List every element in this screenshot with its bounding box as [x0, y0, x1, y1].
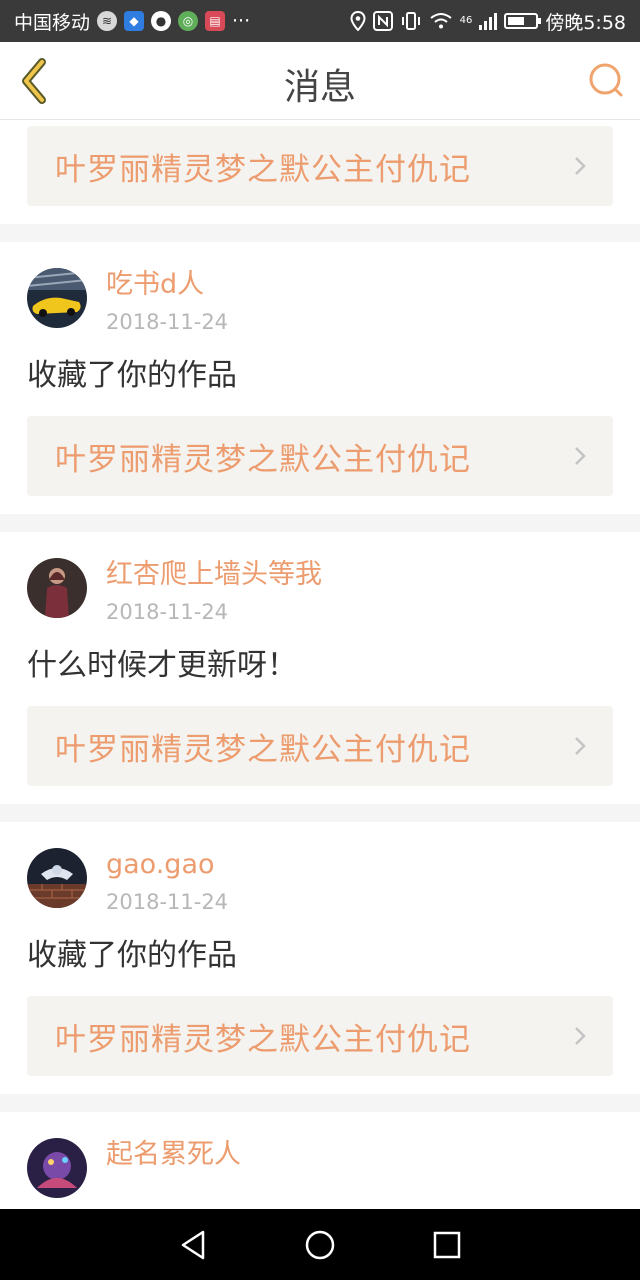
search-button[interactable] [586, 60, 626, 100]
username[interactable]: 吃书d人 [106, 268, 228, 302]
nav-back-button[interactable] [173, 1225, 213, 1265]
status-right: 46 傍晚5:58 [350, 8, 626, 35]
avatar[interactable] [27, 848, 87, 908]
work-title: 叶罗丽精灵梦之默公主付仇记 [55, 731, 471, 768]
status-left: 中国移动 ≋ ◆ ● ◎ ▤ ··· [14, 8, 250, 35]
message-date: 2018-11-24 [106, 310, 229, 334]
work-title: 叶罗丽精灵梦之默公主付仇记 [55, 441, 471, 478]
chevron-right-icon [575, 447, 586, 465]
message-list[interactable]: 叶罗丽精灵梦之默公主付仇记 吃书d人 2018-11-24 收藏了你的作品 叶罗… [0, 121, 640, 1209]
message-text: 收藏了你的作品 [27, 938, 237, 973]
chevron-right-icon [575, 157, 586, 175]
work-title: 叶罗丽精灵梦之默公主付仇记 [55, 1021, 471, 1058]
vibrate-icon [401, 12, 420, 30]
user-row: 红杏爬上墙头等我 2018-11-24 [0, 532, 640, 624]
avatar[interactable] [27, 1138, 87, 1198]
divider [0, 804, 640, 822]
username[interactable]: gao.gao [106, 848, 228, 882]
work-link[interactable]: 叶罗丽精灵梦之默公主付仇记 [27, 996, 613, 1076]
battery-icon [504, 13, 542, 29]
app-header: 消息 [0, 42, 640, 120]
location-icon [350, 11, 366, 31]
home-circle-icon [305, 1230, 335, 1259]
avatar[interactable] [27, 558, 87, 618]
recents-square-icon [433, 1231, 460, 1258]
user-meta: 吃书d人 2018-11-24 [106, 268, 228, 334]
username[interactable]: 红杏爬上墙头等我 [106, 558, 322, 592]
message-card: 吃书d人 2018-11-24 收藏了你的作品 叶罗丽精灵梦之默公主付仇记 [0, 242, 640, 514]
message-card: gao.gao 2018-11-24 收藏了你的作品 叶罗丽精灵梦之默公主付仇记 [0, 822, 640, 1094]
shield-icon: ◆ [124, 11, 145, 31]
carrier-label: 中国移动 [14, 11, 91, 34]
message-card: 红杏爬上墙头等我 2018-11-24 什么时候才更新呀！ 叶罗丽精灵梦之默公主… [0, 532, 640, 804]
message-date: 2018-11-24 [106, 890, 229, 914]
nav-recents-button[interactable] [427, 1225, 467, 1265]
divider [0, 514, 640, 532]
work-title: 叶罗丽精灵梦之默公主付仇记 [55, 151, 471, 188]
wifi-icon [429, 13, 452, 29]
divider [0, 1094, 640, 1112]
username[interactable]: 起名累死人 [106, 1138, 241, 1172]
message-card: 起名累死人 [0, 1112, 640, 1198]
status-bar: 中国移动 ≋ ◆ ● ◎ ▤ ··· 46 傍晚5:58 [0, 0, 640, 42]
message-text: 什么时候才更新呀！ [27, 648, 297, 683]
back-triangle-icon [182, 1230, 205, 1259]
user-meta: gao.gao 2018-11-24 [106, 848, 228, 914]
more-indicator: ··· [232, 10, 251, 32]
nav-home-button[interactable] [300, 1225, 340, 1265]
signal-icon [479, 12, 498, 30]
chevron-right-icon [575, 1027, 586, 1045]
chevron-right-icon [575, 737, 586, 755]
browser-icon: ◎ [178, 11, 199, 31]
user-row: 起名累死人 [0, 1112, 640, 1198]
user-row: gao.gao 2018-11-24 [0, 822, 640, 914]
message-date: 2018-11-24 [106, 600, 229, 624]
user-meta: 起名累死人 [106, 1138, 241, 1180]
divider [0, 224, 640, 242]
chat-icon: ● [151, 11, 172, 31]
avatar[interactable] [27, 268, 87, 328]
work-link[interactable]: 叶罗丽精灵梦之默公主付仇记 [27, 126, 613, 206]
clock-label: 傍晚5:58 [545, 11, 626, 34]
user-row: 吃书d人 2018-11-24 [0, 242, 640, 334]
nfc-icon [372, 11, 393, 31]
user-meta: 红杏爬上墙头等我 2018-11-24 [106, 558, 322, 624]
sound-wave-icon: ≋ [97, 11, 118, 31]
work-link[interactable]: 叶罗丽精灵梦之默公主付仇记 [27, 416, 613, 496]
network-type-label: 46 [459, 15, 473, 26]
message-text: 收藏了你的作品 [27, 358, 237, 393]
page-title: 消息 [283, 67, 356, 108]
message-card: 叶罗丽精灵梦之默公主付仇记 [0, 121, 640, 224]
search-icon [589, 63, 623, 97]
work-link[interactable]: 叶罗丽精灵梦之默公主付仇记 [27, 706, 613, 786]
system-nav-bar [0, 1209, 640, 1280]
book-icon: ▤ [205, 11, 226, 31]
